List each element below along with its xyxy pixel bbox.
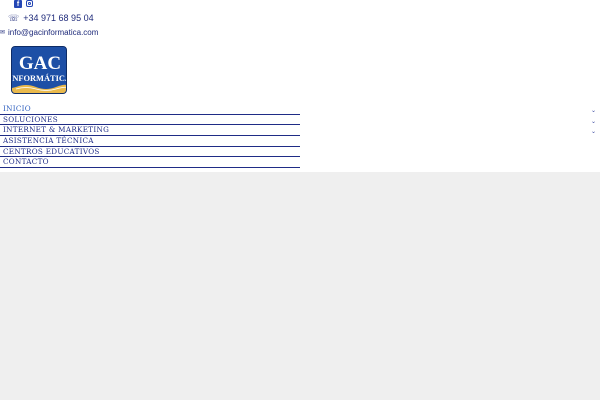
nav-item-label: INTERNET & MARKETING (3, 125, 110, 135)
nav-item-asistencia-tecnica[interactable]: ASISTENCIA TÉCNICA (0, 136, 300, 147)
nav-item-soluciones[interactable]: SOLUCIONES (0, 115, 300, 126)
site-logo[interactable]: GAC INFORMÁTICA (11, 46, 67, 94)
nav-item-label: ASISTENCIA TÉCNICA (3, 136, 94, 146)
nav-item-label: CONTACTO (3, 157, 49, 167)
nav-item-label: INICIO (3, 104, 31, 113)
header: f ☏ +34 971 68 95 04 ✉ info@gacinformati… (0, 0, 600, 172)
main-navigation: INICIO SOLUCIONES INTERNET & MARKETING A… (0, 104, 300, 169)
phone-contact[interactable]: ☏ +34 971 68 95 04 (8, 13, 94, 23)
nav-item-label: SOLUCIONES (3, 114, 58, 124)
nav-item-internet-marketing[interactable]: INTERNET & MARKETING (0, 125, 300, 137)
mail-icon: ✉ (0, 30, 6, 36)
logo-text-informatica: INFORMÁTICA (12, 73, 67, 83)
chevron-down-icon[interactable]: ⌄ (591, 129, 596, 135)
page: f ☏ +34 971 68 95 04 ✉ info@gacinformati… (0, 0, 600, 400)
logo-text-gac: GAC (19, 53, 61, 74)
chevron-down-icon[interactable]: ⌄ (591, 119, 596, 125)
instagram-icon[interactable] (26, 0, 33, 7)
nav-item-centros-educativos[interactable]: CENTROS EDUCATIVOS (0, 147, 300, 158)
email-address[interactable]: info@gacinformatica.com (8, 28, 98, 37)
nav-item-label: CENTROS EDUCATIVOS (3, 146, 100, 156)
chevron-down-icon[interactable]: ⌄ (591, 108, 596, 114)
email-contact[interactable]: ✉ info@gacinformatica.com (0, 28, 98, 37)
content-area (0, 172, 600, 400)
phone-number[interactable]: +34 971 68 95 04 (23, 13, 93, 23)
logo-graphic: GAC INFORMÁTICA (12, 47, 67, 93)
nav-item-contacto[interactable]: CONTACTO (0, 157, 300, 169)
facebook-icon[interactable]: f (14, 0, 22, 8)
nav-item-inicio[interactable]: INICIO (0, 104, 300, 115)
phone-icon: ☏ (8, 12, 20, 23)
social-links: f (14, 0, 33, 8)
